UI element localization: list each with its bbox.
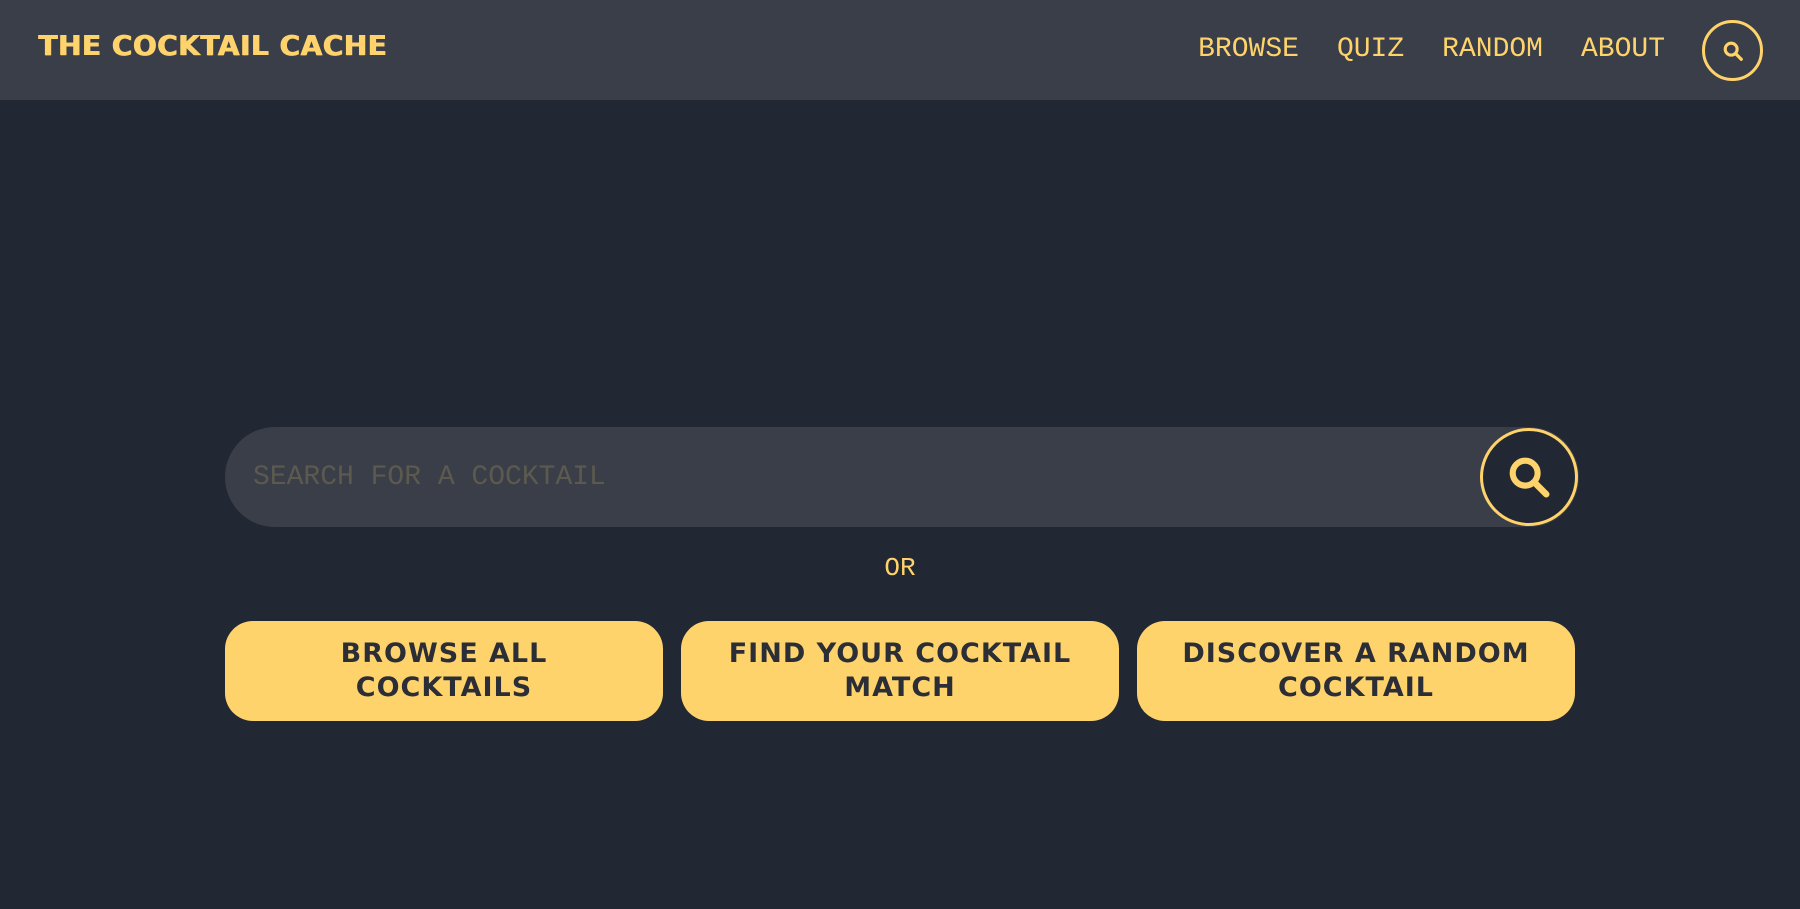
top-navigation-bar: THE COCKTAIL CACHE BROWSE QUIZ RANDOM AB… <box>0 0 1800 100</box>
nav-link-browse[interactable]: BROWSE <box>1198 30 1299 70</box>
nav-link-random[interactable]: RANDOM <box>1442 30 1543 70</box>
search-icon <box>1509 457 1550 498</box>
site-logo-title[interactable]: THE COCKTAIL CACHE <box>38 29 387 62</box>
search-icon <box>1723 41 1743 61</box>
main-nav: BROWSE QUIZ RANDOM ABOUT <box>1198 30 1665 70</box>
nav-link-quiz[interactable]: QUIZ <box>1337 30 1404 70</box>
action-buttons: BROWSE ALL COCKTAILS FIND YOUR COCKTAIL … <box>225 621 1575 721</box>
header-search-button[interactable] <box>1702 20 1763 81</box>
or-divider-text: OR <box>884 553 916 583</box>
find-cocktail-match-button[interactable]: FIND YOUR COCKTAIL MATCH <box>681 621 1119 721</box>
browse-all-cocktails-button[interactable]: BROWSE ALL COCKTAILS <box>225 621 663 721</box>
search-submit-button[interactable] <box>1480 428 1578 526</box>
search-bar <box>225 427 1579 527</box>
discover-random-cocktail-button[interactable]: DISCOVER A RANDOM COCKTAIL <box>1137 621 1575 721</box>
nav-link-about[interactable]: ABOUT <box>1581 30 1665 70</box>
cocktail-search-input[interactable] <box>225 427 1465 527</box>
